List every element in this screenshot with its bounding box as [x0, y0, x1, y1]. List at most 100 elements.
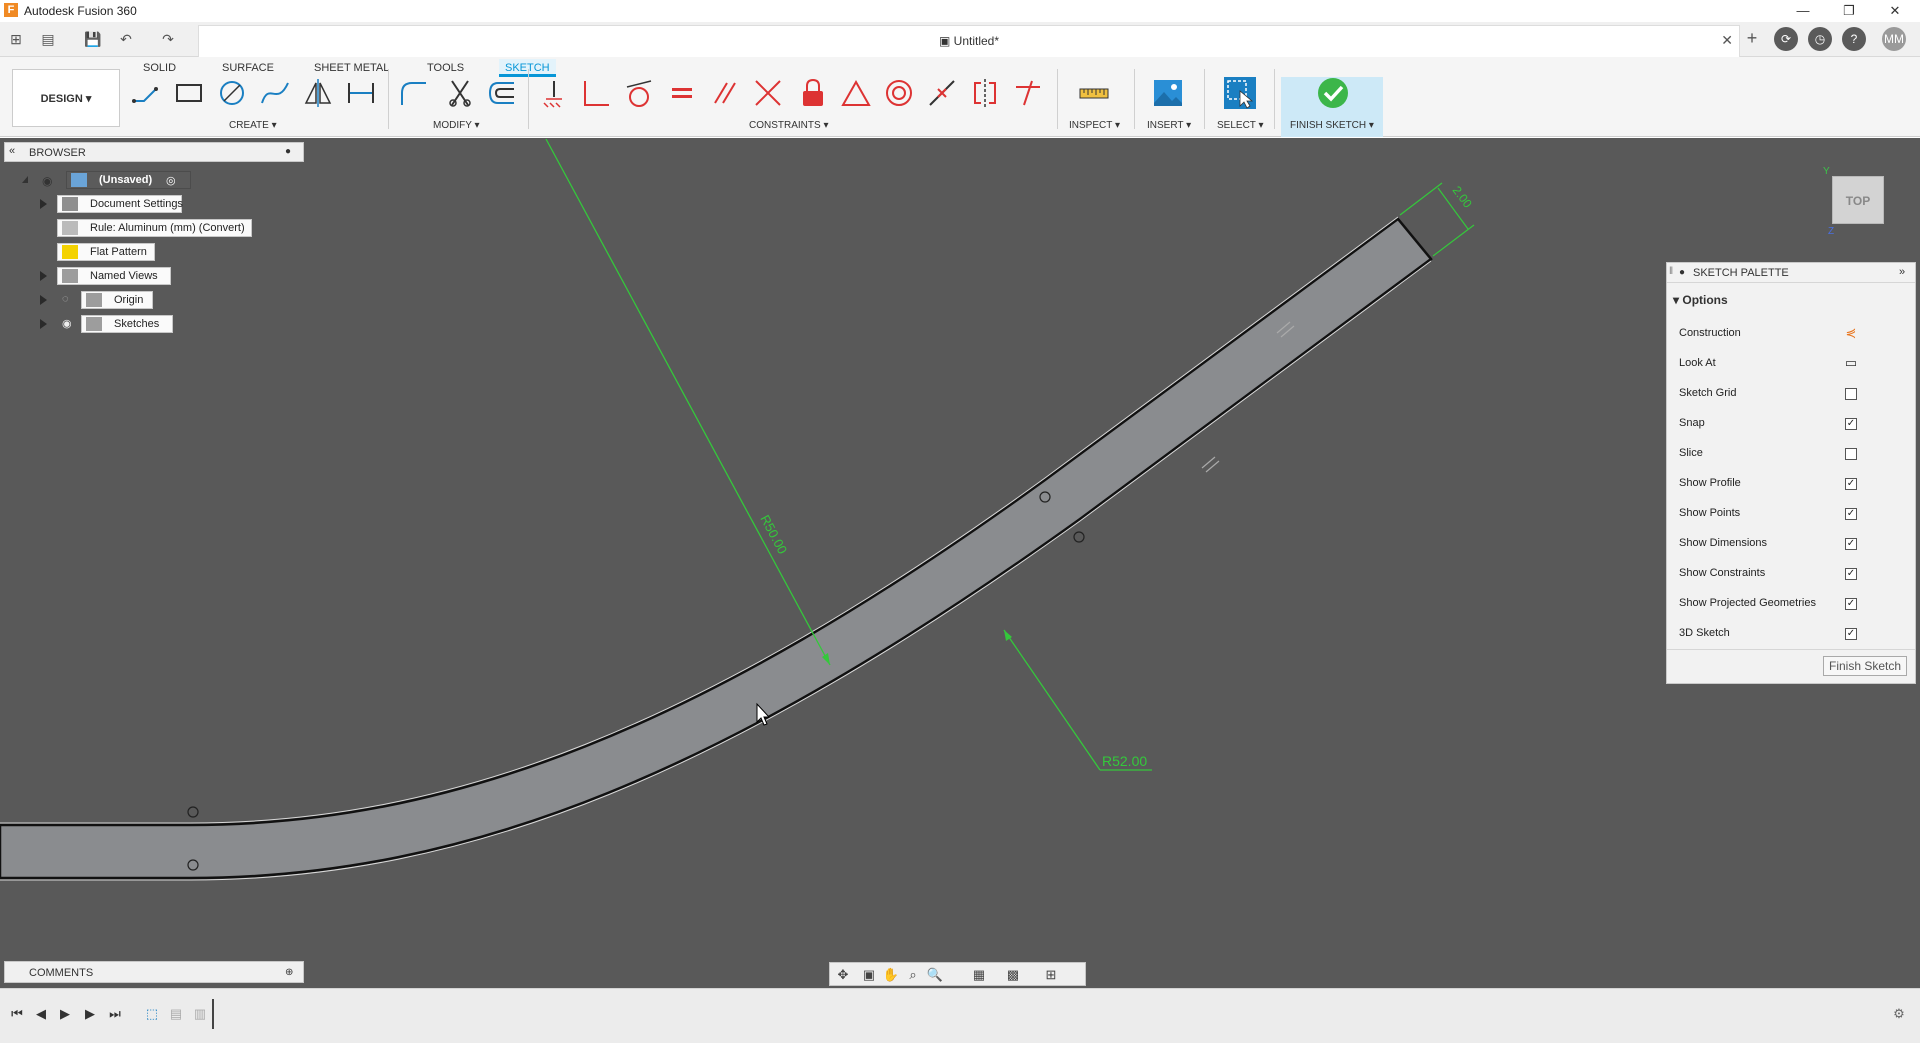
- help-icon[interactable]: ?: [1842, 27, 1866, 51]
- view-cube[interactable]: TOP: [1832, 176, 1884, 224]
- palette-row-show-dimensions[interactable]: Show Dimensions ✓: [1679, 533, 1907, 553]
- rectangle-tool-icon[interactable]: [173, 77, 205, 109]
- finish-sketch-menu[interactable]: FINISH SKETCH ▾: [1290, 120, 1374, 131]
- palette-row-show-profile[interactable]: Show Profile ✓: [1679, 473, 1907, 493]
- timeline-feature-icon[interactable]: ▥: [191, 1005, 209, 1023]
- document-tab[interactable]: ▣ Untitled* ✕: [198, 25, 1740, 57]
- comments-panel[interactable]: COMMENTS ⊕: [4, 961, 304, 983]
- sketch-canvas[interactable]: R50.00 R52.00 2.00 TOP Y Z: [0, 138, 1920, 988]
- save-icon[interactable]: 💾: [84, 31, 101, 47]
- perpendicular-constraint-icon[interactable]: [581, 77, 613, 109]
- 3d-sketch-checkbox[interactable]: ✓: [1845, 628, 1857, 640]
- tab-surface[interactable]: SURFACE: [222, 59, 274, 77]
- mirror-tool-icon[interactable]: [302, 77, 334, 109]
- workspace-dropdown[interactable]: DESIGN ▾: [12, 69, 120, 127]
- timeline-marker[interactable]: [212, 999, 214, 1029]
- step-forward-icon[interactable]: ▶: [81, 1005, 99, 1023]
- look-at-icon[interactable]: ▭: [1843, 355, 1859, 371]
- palette-row-sketch-grid[interactable]: Sketch Grid: [1679, 383, 1907, 403]
- show-profile-checkbox[interactable]: ✓: [1845, 478, 1857, 490]
- extensions-icon[interactable]: ⟳: [1774, 27, 1798, 51]
- palette-row-construction[interactable]: Construction ⋞: [1679, 323, 1907, 343]
- show-projected-geometries-checkbox[interactable]: ✓: [1845, 598, 1857, 610]
- finish-sketch-button[interactable]: Finish Sketch: [1823, 656, 1907, 676]
- orbit-icon[interactable]: ✥: [834, 966, 852, 984]
- browser-item-named-views[interactable]: Named Views: [57, 267, 171, 285]
- job-status-icon[interactable]: ◷: [1808, 27, 1832, 51]
- new-tab-icon[interactable]: +: [1744, 29, 1760, 47]
- play-icon[interactable]: ▶: [56, 1005, 74, 1023]
- equal-constraint-icon[interactable]: [666, 77, 698, 109]
- tab-tools[interactable]: TOOLS: [427, 59, 464, 77]
- palette-expand-icon[interactable]: »: [1899, 266, 1905, 278]
- expand-arrow-icon[interactable]: [40, 295, 47, 305]
- activate-radio-icon[interactable]: ◎: [166, 174, 176, 187]
- expand-arrow-icon[interactable]: [40, 271, 47, 281]
- slice-checkbox[interactable]: [1845, 448, 1857, 460]
- browser-item-rule[interactable]: Rule: Aluminum (mm) (Convert): [57, 219, 252, 237]
- tab-solid[interactable]: SOLID: [143, 59, 176, 77]
- construction-icon[interactable]: ⋞: [1843, 325, 1859, 341]
- tangent-constraint-icon[interactable]: [623, 77, 655, 109]
- go-to-end-icon[interactable]: ⏭: [106, 1005, 124, 1023]
- fix-constraint-icon[interactable]: [797, 77, 829, 109]
- offset-tool-icon[interactable]: [486, 77, 518, 109]
- measure-tool-icon[interactable]: [1078, 77, 1110, 109]
- step-back-icon[interactable]: ◀: [32, 1005, 50, 1023]
- browser-item-sketches[interactable]: Sketches: [81, 315, 173, 333]
- browser-pin-icon[interactable]: ●: [285, 146, 291, 157]
- palette-row-slice[interactable]: Slice: [1679, 443, 1907, 463]
- browser-panel-header[interactable]: « BROWSER ●: [4, 142, 304, 162]
- triangle-constraint-icon[interactable]: [840, 77, 872, 109]
- tree-collapse-triangle[interactable]: [22, 176, 28, 183]
- collinear-constraint-icon[interactable]: [752, 77, 784, 109]
- tab-sheet-metal[interactable]: SHEET METAL: [314, 59, 389, 77]
- symmetry-constraint-icon[interactable]: [969, 77, 1001, 109]
- create-menu[interactable]: CREATE ▾: [229, 120, 277, 131]
- browser-item-origin[interactable]: Origin: [81, 291, 153, 309]
- select-menu[interactable]: SELECT ▾: [1217, 120, 1264, 131]
- sketch-dimension-icon[interactable]: [345, 77, 377, 109]
- concentric-constraint-icon[interactable]: [883, 77, 915, 109]
- palette-row-look-at[interactable]: Look At ▭: [1679, 353, 1907, 373]
- go-to-start-icon[interactable]: ⏮: [8, 1005, 26, 1023]
- file-menu-icon[interactable]: ▤: [40, 31, 56, 47]
- select-tool-icon[interactable]: [1224, 77, 1256, 109]
- redo-icon[interactable]: ↷: [160, 31, 176, 47]
- close-tab-icon[interactable]: ✕: [1721, 32, 1733, 49]
- palette-row-snap[interactable]: Snap ✓: [1679, 413, 1907, 433]
- add-comment-icon[interactable]: ⊕: [285, 967, 293, 978]
- parallel-constraint-icon[interactable]: [709, 77, 741, 109]
- display-settings-icon[interactable]: ▦: [970, 966, 988, 984]
- sketch-geometry[interactable]: R50.00 R52.00 2.00: [0, 138, 1920, 988]
- pan-icon[interactable]: ✋: [882, 966, 900, 984]
- fillet-tool-icon[interactable]: [398, 77, 430, 109]
- timeline-feature-sketch-icon[interactable]: ⬚: [143, 1005, 161, 1023]
- insert-menu[interactable]: INSERT ▾: [1147, 120, 1191, 131]
- zoom-window-icon[interactable]: 🔍: [926, 966, 944, 984]
- visibility-eye-icon[interactable]: ◉: [62, 317, 72, 330]
- inspect-menu[interactable]: INSPECT ▾: [1069, 120, 1120, 131]
- palette-row-show-constraints[interactable]: Show Constraints ✓: [1679, 563, 1907, 583]
- palette-row-show-projected-geometries[interactable]: Show Projected Geometries ✓: [1679, 593, 1907, 613]
- finish-sketch-check-icon[interactable]: [1317, 77, 1349, 109]
- browser-item-document-settings[interactable]: Document Settings: [57, 195, 183, 213]
- snap-checkbox[interactable]: ✓: [1845, 418, 1857, 430]
- browser-item-flat-pattern[interactable]: Flat Pattern: [57, 243, 155, 261]
- trim-tool-icon[interactable]: [444, 77, 476, 109]
- app-grid-icon[interactable]: ⊞: [8, 31, 24, 47]
- modify-menu[interactable]: MODIFY ▾: [433, 120, 480, 131]
- expand-arrow-icon[interactable]: [40, 199, 47, 209]
- close-window-button[interactable]: ✕: [1872, 1, 1918, 21]
- coincident-constraint-icon[interactable]: [538, 77, 570, 109]
- zoom-icon[interactable]: ⌕: [904, 966, 922, 984]
- collapse-browser-icon[interactable]: «: [9, 145, 15, 157]
- line-tool-icon[interactable]: [130, 77, 162, 109]
- curvature-constraint-icon[interactable]: [1012, 77, 1044, 109]
- constraints-menu[interactable]: CONSTRAINTS ▾: [749, 120, 828, 131]
- visibility-eye-icon[interactable]: ◉: [42, 174, 52, 188]
- visibility-hidden-eye-icon[interactable]: ◌: [62, 293, 69, 305]
- restore-button[interactable]: ❐: [1826, 1, 1872, 21]
- expand-arrow-icon[interactable]: [40, 319, 47, 329]
- viewports-icon[interactable]: ⊞: [1042, 966, 1060, 984]
